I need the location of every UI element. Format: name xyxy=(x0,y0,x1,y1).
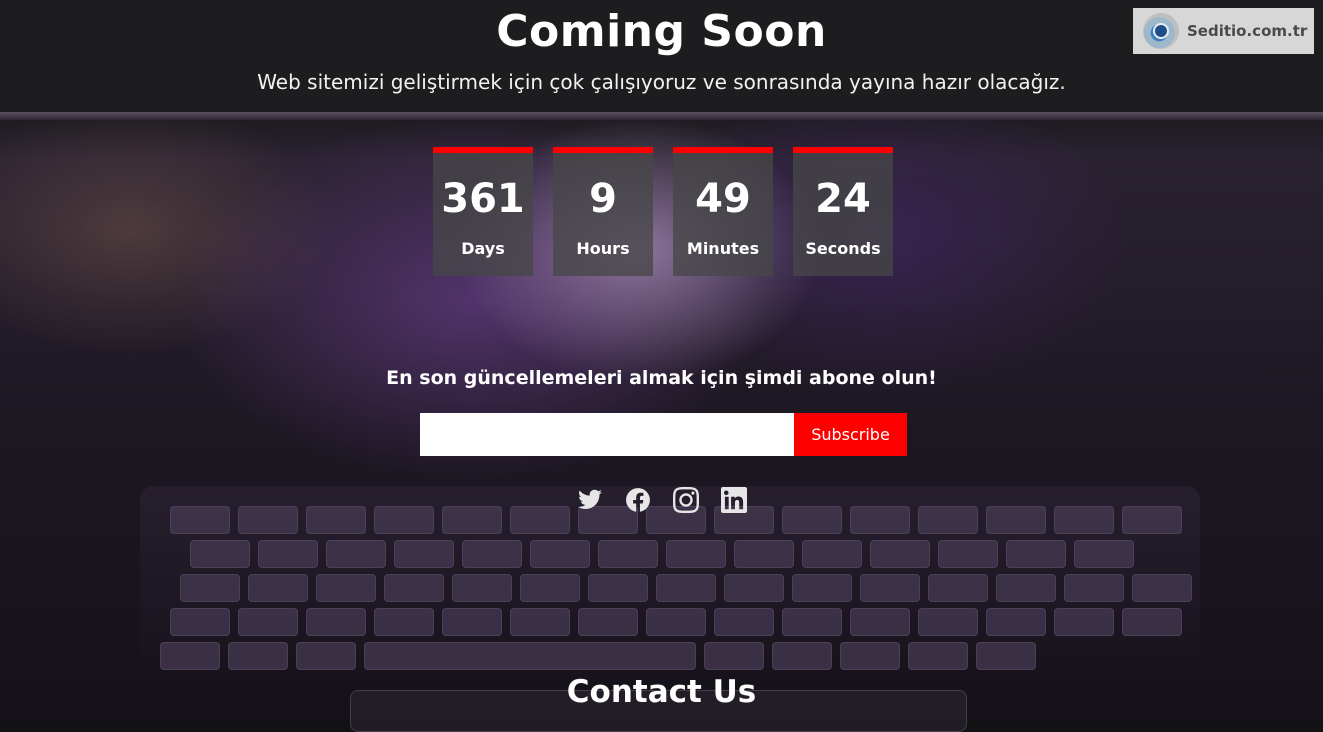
subscribe-heading: En son güncellemeleri almak için şimdi a… xyxy=(386,367,937,389)
seditio-logo-icon xyxy=(1143,13,1179,49)
page-subtitle: Web sitemizi geliştirmek için çok çalışı… xyxy=(257,70,1066,94)
countdown-seconds: 24 Seconds xyxy=(793,147,893,276)
countdown-minutes: 49 Minutes xyxy=(673,147,773,276)
laptop-screen-edge xyxy=(0,112,1323,120)
countdown-hours: 9 Hours xyxy=(553,147,653,276)
facebook-icon[interactable] xyxy=(625,487,651,513)
page-title: Coming Soon xyxy=(496,6,827,57)
laptop-keyboard-image xyxy=(140,486,1200,686)
contact-heading: Contact Us xyxy=(566,674,757,710)
countdown-days-value: 361 xyxy=(441,176,525,222)
email-input[interactable] xyxy=(420,413,794,456)
twitter-icon[interactable] xyxy=(577,487,603,513)
countdown-hours-value: 9 xyxy=(589,176,617,222)
brand-name: Seditio.com.tr xyxy=(1187,22,1308,40)
countdown-seconds-label: Seconds xyxy=(805,239,881,258)
countdown-days-label: Days xyxy=(461,239,505,258)
subscribe-form: Subscribe xyxy=(420,413,907,456)
countdown-timer: 361 Days 9 Hours 49 Minutes 24 Seconds xyxy=(433,147,893,276)
instagram-icon[interactable] xyxy=(673,487,699,513)
countdown-minutes-label: Minutes xyxy=(686,239,760,258)
social-links xyxy=(577,487,747,513)
countdown-hours-label: Hours xyxy=(576,239,630,258)
countdown-minutes-value: 49 xyxy=(695,176,751,222)
subscribe-button[interactable]: Subscribe xyxy=(794,413,907,456)
countdown-days: 361 Days xyxy=(433,147,533,276)
linkedin-icon[interactable] xyxy=(721,487,747,513)
brand-badge[interactable]: Seditio.com.tr xyxy=(1133,8,1314,54)
countdown-seconds-value: 24 xyxy=(815,176,871,222)
